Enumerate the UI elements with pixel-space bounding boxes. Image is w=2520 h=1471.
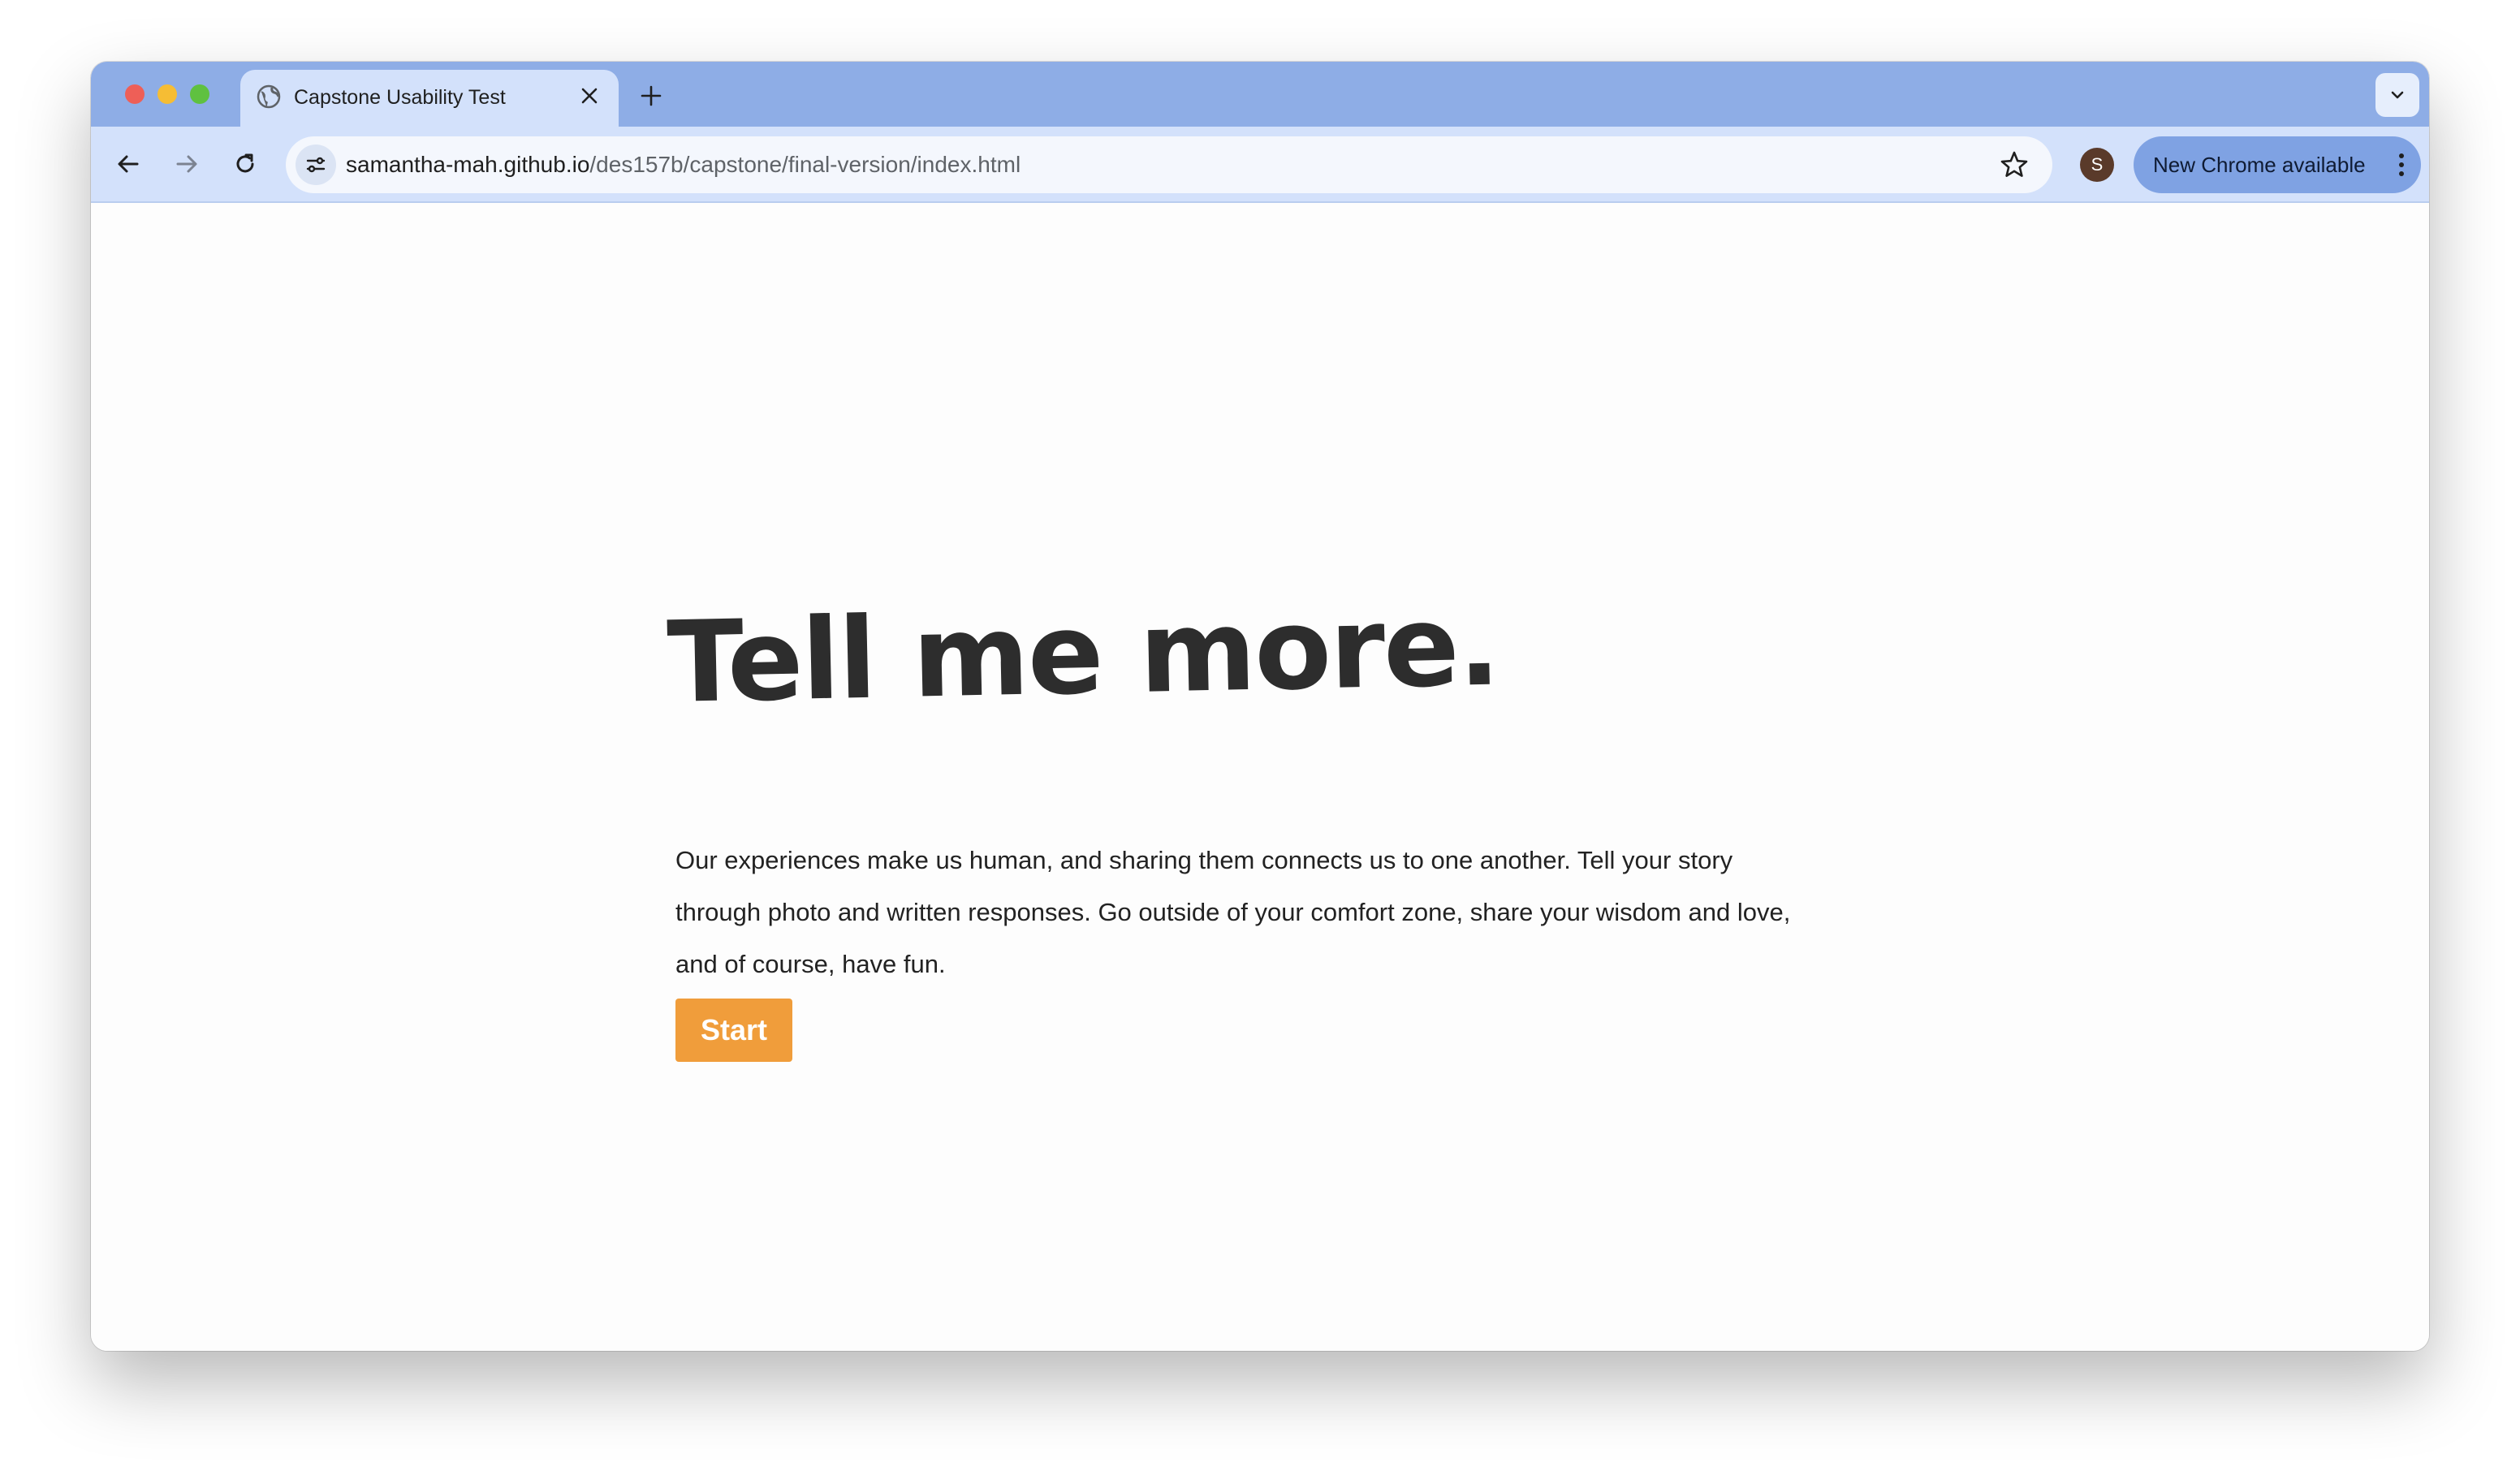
arrow-right-icon <box>176 155 197 173</box>
url-path: /des157b/capstone/final-version/index.ht… <box>589 152 1021 177</box>
update-chip-label: New Chrome available <box>2153 153 2366 177</box>
plus-icon <box>641 85 662 106</box>
page-title: Tell me more. <box>666 580 1500 728</box>
kebab-menu-icon[interactable] <box>2397 152 2406 178</box>
tab-capstone-usability-test[interactable]: Capstone Usability Test <box>240 70 619 127</box>
close-tab-button[interactable] <box>575 81 604 110</box>
forward-button[interactable] <box>167 145 206 183</box>
tune-icon <box>306 157 326 173</box>
chevron-down-icon <box>2391 91 2404 99</box>
start-button[interactable]: Start <box>675 999 792 1062</box>
tab-search-button[interactable] <box>2375 73 2419 117</box>
reload-icon <box>236 153 254 173</box>
intro-line-3: and of course, have fun. <box>675 950 946 978</box>
profile-avatar[interactable]: S <box>2080 148 2114 182</box>
zoom-window-button[interactable] <box>190 84 209 104</box>
close-window-button[interactable] <box>125 84 145 104</box>
site-info-button[interactable] <box>296 145 336 185</box>
intro-line-2: through photo and written responses. Go … <box>675 898 1791 926</box>
arrow-left-icon <box>118 155 139 173</box>
url-host: samantha-mah.github.io <box>346 152 590 177</box>
close-icon <box>581 88 598 104</box>
star-outline-icon <box>2000 151 2028 177</box>
tab-title: Capstone Usability Test <box>294 86 506 109</box>
intro-line-1: Our experiences make us human, and shari… <box>675 846 1733 874</box>
new-chrome-available-button[interactable]: New Chrome available <box>2134 136 2421 193</box>
tab-strip: Capstone Usability Test <box>91 62 2429 127</box>
back-button[interactable] <box>109 145 148 183</box>
page-content: Tell me more. Our experiences make us hu… <box>91 203 2429 1351</box>
intro-paragraph: Our experiences make us human, and shari… <box>675 835 1853 990</box>
reload-button[interactable] <box>226 145 265 183</box>
new-tab-button[interactable] <box>633 78 669 114</box>
minimize-window-button[interactable] <box>158 84 177 104</box>
globe-icon <box>257 84 281 109</box>
browser-toolbar: samantha-mah.github.io/des157b/capstone/… <box>91 127 2429 203</box>
browser-window: Capstone Usability Test samantha-mah.git… <box>91 62 2429 1351</box>
bookmark-star-button[interactable] <box>1999 149 2030 180</box>
url-text[interactable]: samantha-mah.github.io/des157b/capstone/… <box>346 152 1021 178</box>
address-bar[interactable]: samantha-mah.github.io/des157b/capstone/… <box>286 136 2052 193</box>
